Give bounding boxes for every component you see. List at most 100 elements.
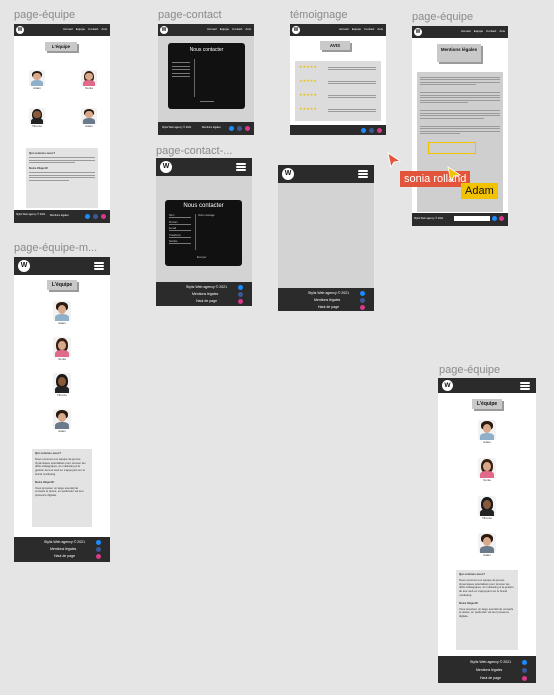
newsletter-input[interactable] xyxy=(454,216,490,221)
facebook-icon[interactable] xyxy=(522,668,527,673)
facebook-icon[interactable] xyxy=(237,126,242,131)
twitter-icon[interactable] xyxy=(361,128,366,133)
nav-link-equipe[interactable]: Equipe xyxy=(474,29,483,33)
frame-page-contact-desktop[interactable]: W Accueil Equipe Contact Avis Nous contacte… xyxy=(158,24,254,135)
team-member: Adam xyxy=(78,108,100,128)
footer-top[interactable]: Haut de page xyxy=(54,554,75,558)
frame-page-equipe-mobile[interactable]: W L'équipe Adam Sonia Tiburce Adam Qui s… xyxy=(14,257,110,562)
footer-agency: Stylis Web agency © 2021 xyxy=(186,285,228,289)
nav-link-contact[interactable]: Contact xyxy=(364,27,374,31)
instagram-icon[interactable] xyxy=(360,305,365,310)
team-member: Adam xyxy=(48,409,76,433)
hamburger-menu-icon[interactable] xyxy=(358,170,368,178)
frame-label-page-contact[interactable]: page-contact xyxy=(158,9,222,21)
nav-links: Accueil Equipe Contact Avis xyxy=(458,29,505,33)
nav-link-avis[interactable]: Avis xyxy=(101,27,107,31)
nav-link-equipe[interactable]: Equipe xyxy=(76,27,85,31)
logo-icon[interactable]: W xyxy=(16,26,24,34)
twitter-icon[interactable] xyxy=(229,126,234,131)
submit-button[interactable]: Envoyer xyxy=(197,256,206,259)
nav-link-contact[interactable]: Contact xyxy=(486,29,496,33)
footer-mentions[interactable]: Mentions légales xyxy=(314,298,340,302)
instagram-icon[interactable] xyxy=(522,676,527,681)
logo-icon[interactable]: W xyxy=(414,28,422,36)
instagram-icon[interactable] xyxy=(101,214,106,219)
nav-link-avis[interactable]: Avis xyxy=(377,27,383,31)
logo-icon[interactable]: W xyxy=(18,260,30,272)
footer-agency: Stylis Web agency © 2021 xyxy=(470,660,512,664)
nav-link-accueil[interactable]: Accueil xyxy=(207,27,217,31)
hamburger-menu-icon[interactable] xyxy=(236,163,246,171)
stars-icon: ★★★★★ xyxy=(299,64,317,69)
instagram-icon[interactable] xyxy=(245,126,250,131)
nav-link-contact[interactable]: Contact xyxy=(88,27,98,31)
logo-icon[interactable]: W xyxy=(160,26,168,34)
instagram-icon[interactable] xyxy=(377,128,382,133)
footer-mentions[interactable]: Mentions légales xyxy=(50,547,76,551)
facebook-icon[interactable] xyxy=(96,547,101,552)
facebook-icon[interactable] xyxy=(93,214,98,219)
facebook-icon[interactable] xyxy=(369,128,374,133)
footer-top[interactable]: Haut de page xyxy=(196,299,217,303)
nav-link-equipe[interactable]: Equipe xyxy=(352,27,361,31)
frame-mobile-blank[interactable]: W Stylis Web agency © 2021 Mentions léga… xyxy=(278,165,374,311)
footer-top[interactable]: Haut de page xyxy=(318,305,339,309)
instagram-icon[interactable] xyxy=(238,299,243,304)
contact-title: Nous contacter xyxy=(189,47,224,53)
frame-label-page-equipe-1[interactable]: page-équipe xyxy=(14,9,75,21)
logo-icon[interactable]: W xyxy=(292,26,300,34)
nav-link-contact[interactable]: Contact xyxy=(232,27,242,31)
hamburger-menu-icon[interactable] xyxy=(94,262,104,270)
contact-title: Nous contacter xyxy=(183,203,224,209)
frame-page-contact-mobile[interactable]: W Nous contacter Nom Prénom E-mail Télép… xyxy=(156,158,252,306)
member-name: Adam xyxy=(483,553,491,557)
submit-button[interactable] xyxy=(200,101,214,102)
frame-label-page-equipe-3[interactable]: page-équipe xyxy=(439,364,500,376)
review: ★★★★★ xyxy=(298,92,378,106)
facebook-icon[interactable] xyxy=(238,292,243,297)
frame-temoignage[interactable]: W Accueil Equipe Contact Avis AVIS ★★★★★ ★★… xyxy=(290,24,386,135)
logo-icon[interactable]: W xyxy=(282,168,294,180)
team-member: Adam xyxy=(473,533,501,557)
twitter-icon[interactable] xyxy=(360,291,365,296)
message-area[interactable] xyxy=(194,59,241,97)
footer-mentions[interactable]: Mentions légales xyxy=(50,214,69,217)
nav-link-avis[interactable]: Avis xyxy=(499,29,505,33)
member-name: Tiburce xyxy=(57,393,67,397)
contact-panel: Nous contacter Nom Prénom E-mail Télépho… xyxy=(165,200,242,266)
nav-link-accueil[interactable]: Accueil xyxy=(339,27,349,31)
logo-icon[interactable]: W xyxy=(160,161,172,173)
instagram-icon[interactable] xyxy=(96,554,101,559)
stars-icon: ★★★★★ xyxy=(299,106,317,111)
twitter-icon[interactable] xyxy=(238,285,243,290)
frame-label-temoignage[interactable]: témoignage xyxy=(290,9,348,21)
frame-page-equipe-desktop[interactable]: W Accueil Equipe Contact Avis L'équipe Adam… xyxy=(14,24,110,223)
logo-icon[interactable]: W xyxy=(442,380,453,391)
footer: Stylis Web agency © 2021 Mentions légale… xyxy=(278,288,374,311)
message-area[interactable]: Votre message xyxy=(195,214,237,250)
nav-link-avis[interactable]: Avis xyxy=(245,27,251,31)
footer: Stylis Web agency © 2021 Mentions légale… xyxy=(438,656,536,683)
nav-link-equipe[interactable]: Equipe xyxy=(220,27,229,31)
frame-label-page-contact-mobile[interactable]: page-contact-... xyxy=(156,145,232,157)
hamburger-menu-icon[interactable] xyxy=(520,382,530,390)
nav-link-accueil[interactable]: Accueil xyxy=(63,27,73,31)
footer-top[interactable]: Haut de page xyxy=(480,676,501,680)
navbar: W Accueil Equipe Contact Avis xyxy=(158,24,254,36)
twitter-icon[interactable] xyxy=(96,540,101,545)
footer-mentions[interactable]: Mentions légales xyxy=(476,668,502,672)
navbar: W xyxy=(278,165,374,183)
nav-link-accueil[interactable]: Accueil xyxy=(461,29,471,33)
twitter-icon[interactable] xyxy=(522,660,527,665)
footer-mentions[interactable]: Mentions légales xyxy=(202,126,221,129)
twitter-icon[interactable] xyxy=(492,216,497,221)
instagram-icon[interactable] xyxy=(499,216,504,221)
team-member: Adam xyxy=(473,420,501,444)
footer-mentions[interactable]: Mentions légales xyxy=(192,292,218,296)
frame-label-page-equipe-mobile[interactable]: page-équipe-m... xyxy=(14,242,97,254)
facebook-icon[interactable] xyxy=(360,298,365,303)
frame-label-page-equipe-2[interactable]: page-équipe xyxy=(412,11,473,23)
twitter-icon[interactable] xyxy=(85,214,90,219)
frame-page-equipe-mobile-2[interactable]: W L'équipe Adam Sonia Tiburce Adam Qui s… xyxy=(438,378,536,683)
review: ★★★★★ xyxy=(298,78,378,92)
